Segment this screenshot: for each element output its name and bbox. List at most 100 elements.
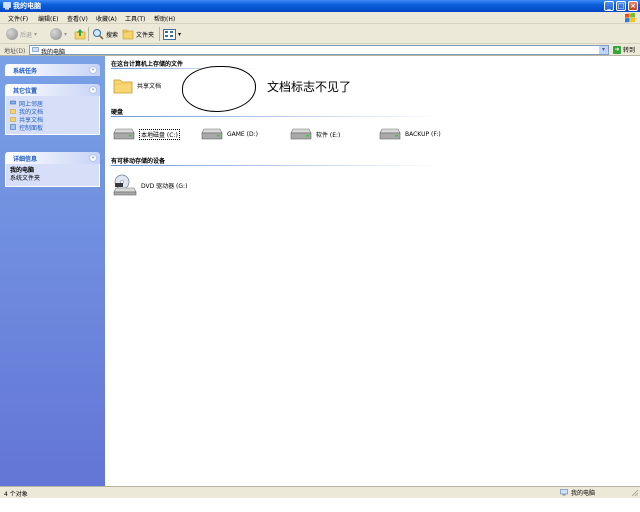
folder-up-icon [74,29,86,40]
back-arrow-icon [6,28,18,40]
folders-label: 文件夹 [136,31,155,39]
scribble-annotation-mark [182,66,256,112]
details-title: 详细信息 [13,156,38,163]
go-button[interactable]: ➜ 转到 [613,45,635,54]
section-header-hard-disks: 硬盘 [111,109,124,116]
dvd-drive-item[interactable]: DVD 驱动器 (G:) [113,174,187,196]
folder-icon [10,109,16,114]
item-label: 软件 (E:) [316,131,341,139]
details-header[interactable]: 详细信息 « [5,152,100,164]
sidebar-item-control-panel[interactable]: 控制面板 [10,123,95,132]
drive-f-item[interactable]: BACKUP (F:) [379,127,441,141]
views-button[interactable]: ▾ [163,27,181,41]
drive-c-item[interactable]: 本地磁盘 (C:) [113,127,180,141]
menu-favorites[interactable]: 收藏(A) [96,14,117,23]
hard-drive-icon [113,128,135,140]
chevron-down-icon: ▾ [178,30,182,38]
other-places-header[interactable]: 其它位置 « [5,84,100,96]
my-computer-icon [3,2,11,10]
menu-file[interactable]: 文件(F) [8,14,28,23]
other-places-panel: 其它位置 « 网上邻居 我的文档 共享文档 控制面板 [5,84,100,135]
status-object-count: 4 个对象 [4,491,28,498]
menu-view[interactable]: 查看(V) [67,14,88,23]
maximize-button[interactable]: □ [616,1,626,11]
item-label: 本地磁盘 (C:) [139,128,180,140]
menu-help[interactable]: 帮助(H) [154,14,175,23]
close-button[interactable]: × [628,1,638,11]
item-label: BACKUP (F:) [405,130,441,138]
search-icon [93,29,104,40]
blank-area [0,498,640,512]
address-value: 我的电脑 [41,49,66,56]
task-pane: 系统任务 » 其它位置 « 网上邻居 我的文档 共享文档 控制面板 详细信息 «… [0,56,105,486]
toolbar-separator [159,27,160,41]
minimize-button[interactable]: _ [604,1,614,11]
toolbar: 后退 ▾ ▾ 搜索 文件夹 ▾ [0,24,640,44]
section-header-stored-files: 在这台计算机上存储的文件 [111,61,184,68]
search-button[interactable]: 搜索 [92,27,118,41]
title-bar[interactable]: 我的电脑 _ □ × [0,0,640,12]
details-type: 系统文件夹 [10,175,41,182]
my-computer-icon [32,47,39,52]
details-name: 我的电脑 [10,167,35,174]
menu-tools[interactable]: 工具(T) [125,14,145,23]
section-header-removable: 有可移动存储的设备 [111,158,166,165]
collapse-chevron-icon[interactable]: « [89,86,97,94]
back-label: 后退 [20,31,33,39]
item-label: GAME (D:) [227,130,258,138]
system-tasks-header[interactable]: 系统任务 » [5,64,100,76]
status-location: 我的电脑 [560,488,595,497]
folders-button[interactable]: 文件夹 [122,27,154,41]
windows-logo-icon [625,13,635,23]
details-panel: 详细信息 « 我的电脑 系统文件夹 [5,152,100,187]
chevron-down-icon: ▾ [64,30,68,38]
hard-drive-icon [290,128,312,140]
my-computer-icon [560,489,568,496]
toolbar-separator [88,27,89,41]
chevron-down-icon: ▾ [34,30,38,38]
section-divider [111,116,441,117]
back-button[interactable]: 后退 ▾ [6,27,37,41]
item-label: DVD 驱动器 (G:) [141,182,188,190]
shared-documents-item[interactable]: 共享文档 [113,76,161,94]
dvd-drive-icon [113,174,137,196]
expand-chevron-icon[interactable]: » [89,66,97,74]
folders-icon [122,29,134,40]
menu-edit[interactable]: 编辑(E) [38,14,58,23]
hard-drive-icon [201,128,223,140]
sidebar-item-label: 控制面板 [19,124,44,132]
address-dropdown-button[interactable]: ▾ [599,46,608,54]
status-bar: 4 个对象 我的电脑 [0,486,640,498]
go-label: 转到 [623,47,636,54]
drive-d-item[interactable]: GAME (D:) [201,127,258,141]
network-icon [10,100,16,105]
forward-button[interactable]: ▾ [50,27,67,41]
menu-bar: 文件(F) 编辑(E) 查看(V) 收藏(A) 工具(T) 帮助(H) [0,12,640,24]
control-panel-icon [10,124,16,130]
go-arrow-icon: ➜ [613,45,621,54]
window-title: 我的电脑 [13,2,41,10]
forward-arrow-icon [50,28,62,40]
search-label: 搜索 [106,31,119,39]
folder-icon [113,79,133,94]
up-button[interactable] [74,27,86,41]
drive-e-item[interactable]: 软件 (E:) [290,127,340,141]
resize-grip-icon[interactable] [631,489,639,497]
address-input[interactable]: 我的电脑 ▾ [29,45,609,56]
system-tasks-title: 系统任务 [13,68,38,75]
annotation-text: 文档标志不见了 [267,80,352,94]
hard-drive-icon [379,128,401,140]
content-area: 在这台计算机上存储的文件 共享文档 文档标志不见了 硬盘 本地磁盘 (C:) G… [105,56,640,486]
status-location-label: 我的电脑 [571,490,596,497]
other-places-body: 网上邻居 我的文档 共享文档 控制面板 [5,96,100,135]
address-bar: 地址(D) 我的电脑 ▾ ➜ 转到 [0,44,640,56]
folder-icon [10,117,16,122]
system-tasks-panel: 系统任务 » [5,64,100,76]
section-divider [111,165,441,166]
views-icon [163,28,176,40]
collapse-chevron-icon[interactable]: « [89,154,97,162]
item-label: 共享文档 [137,82,162,90]
address-label: 地址(D) [4,48,26,55]
details-body: 我的电脑 系统文件夹 [5,164,100,187]
other-places-title: 其它位置 [13,88,38,95]
